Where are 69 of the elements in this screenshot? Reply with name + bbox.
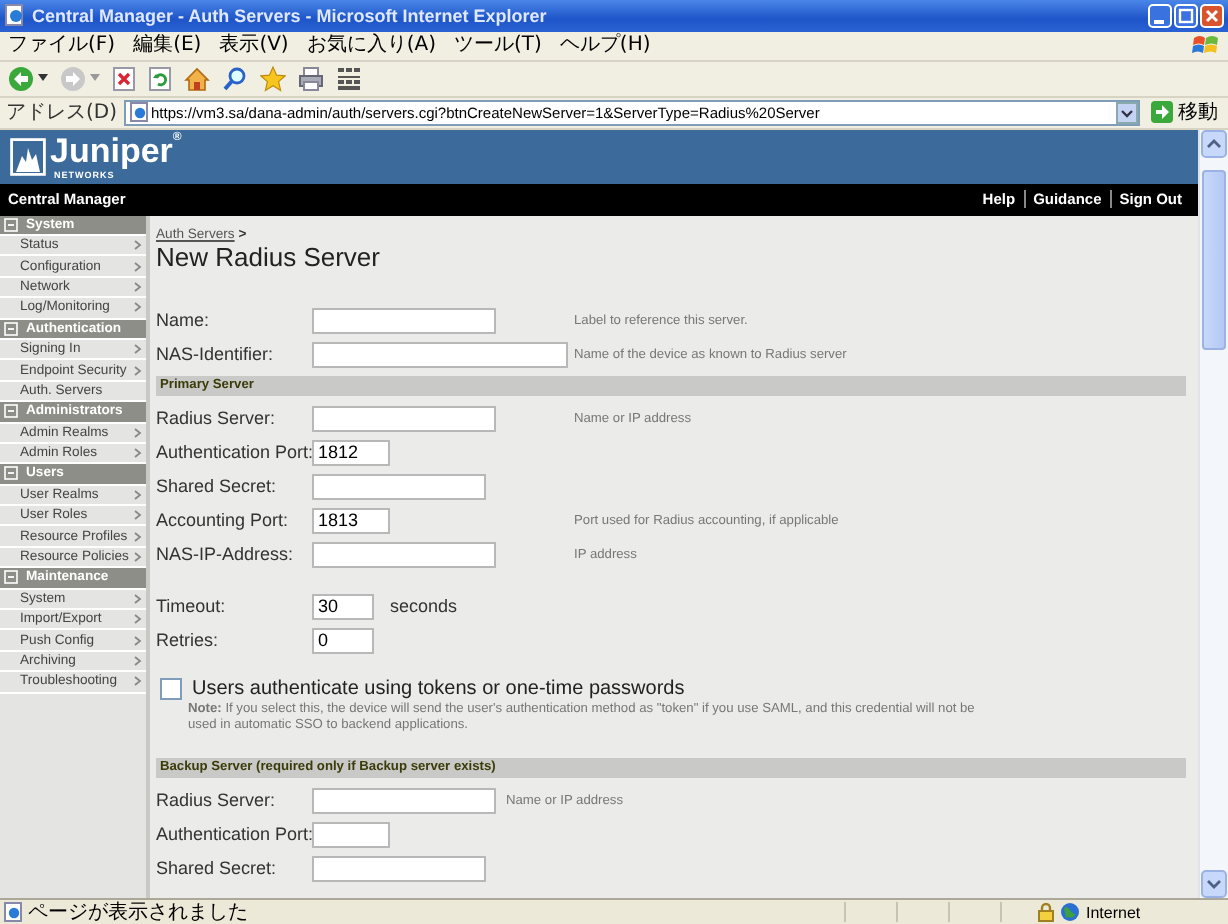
- field-label: Authentication Port:: [156, 442, 312, 463]
- toggle-icon[interactable]: [4, 404, 18, 419]
- field-label: Retries:: [156, 630, 221, 651]
- input-field[interactable]: 1813: [312, 507, 390, 534]
- toggle-icon[interactable]: [4, 466, 18, 481]
- caret-icon[interactable]: [38, 74, 48, 83]
- scroll-up-icon[interactable]: [1200, 129, 1228, 158]
- input-field[interactable]: [312, 473, 486, 500]
- windows-flag-icon: [1192, 32, 1220, 59]
- lock-icon: [1038, 902, 1054, 923]
- logo-icon: [10, 137, 46, 176]
- minimize-button[interactable]: [1148, 3, 1172, 28]
- menu-item[interactable]: 表示(V): [219, 33, 289, 58]
- input-field[interactable]: [312, 787, 496, 814]
- toggle-icon[interactable]: [4, 321, 18, 336]
- input-field[interactable]: [312, 405, 496, 432]
- star-icon[interactable]: [260, 65, 286, 92]
- globe-icon: [1060, 902, 1080, 923]
- status-text: ページが表示されました: [28, 901, 250, 924]
- toggle-icon[interactable]: [4, 570, 18, 585]
- grid-icon[interactable]: [336, 65, 362, 92]
- logo-text: Juniper$^{®}$: [50, 132, 182, 171]
- refresh-icon[interactable]: [148, 65, 172, 92]
- menu-item[interactable]: お気に入り(A): [306, 33, 436, 58]
- unit-label: seconds: [390, 596, 458, 617]
- field-label: Authentication Port:: [156, 824, 312, 845]
- input-field[interactable]: 1812: [312, 439, 390, 466]
- field-label: NAS-IP-Address:: [156, 544, 296, 565]
- input-field[interactable]: 30: [312, 593, 374, 620]
- toggle-icon[interactable]: [4, 217, 18, 232]
- input-field[interactable]: [312, 307, 496, 334]
- maximize-button[interactable]: [1174, 3, 1198, 28]
- print-icon[interactable]: [298, 65, 324, 92]
- arrow-icon: [1150, 100, 1174, 125]
- page-icon: [4, 4, 26, 27]
- menu-item[interactable]: 編集(E): [133, 33, 202, 58]
- scroll-down-icon[interactable]: [1200, 870, 1228, 899]
- input-field[interactable]: 0: [312, 627, 374, 654]
- field-label: NAS-Identifier:: [156, 344, 276, 365]
- field-label: Accounting Port:: [156, 510, 291, 531]
- scroll-thumb[interactable]: [1202, 169, 1226, 350]
- stop-icon[interactable]: [112, 65, 136, 92]
- field-label: Name:: [156, 310, 212, 331]
- checkbox-label: Users authenticate using tokens or one-time passwords: [192, 677, 685, 700]
- menu-item[interactable]: ヘルプ(H): [559, 33, 651, 58]
- input-field[interactable]: [312, 821, 390, 848]
- search-icon[interactable]: [222, 65, 248, 92]
- forward-icon[interactable]: [60, 65, 86, 92]
- input-field[interactable]: [312, 541, 496, 568]
- input-field[interactable]: [312, 855, 486, 882]
- page-icon: [129, 102, 148, 123]
- field-label: Radius Server:: [156, 790, 278, 811]
- field-label: Shared Secret:: [156, 476, 279, 497]
- field-label: Timeout:: [156, 596, 228, 617]
- dropdown-icon[interactable]: [1116, 101, 1138, 124]
- menu-item[interactable]: ツール(T): [454, 33, 542, 58]
- zone-label: Internet: [1086, 903, 1141, 922]
- checkbox[interactable]: [160, 677, 182, 700]
- window-title: Central Manager - Auth Servers - Microsoft Internet Explorer: [32, 5, 549, 26]
- field-label: Shared Secret:: [156, 858, 279, 879]
- go-button[interactable]: 移動: [1146, 98, 1222, 127]
- input-field[interactable]: [312, 341, 568, 368]
- field-label: Radius Server:: [156, 408, 278, 429]
- close-button[interactable]: [1200, 3, 1224, 28]
- home-icon[interactable]: [184, 65, 210, 92]
- address-label: アドレス(D): [6, 100, 118, 127]
- page-title: New Radius Server: [156, 243, 382, 272]
- menu-item[interactable]: ファイル(F): [8, 33, 116, 58]
- page-icon: [4, 902, 22, 923]
